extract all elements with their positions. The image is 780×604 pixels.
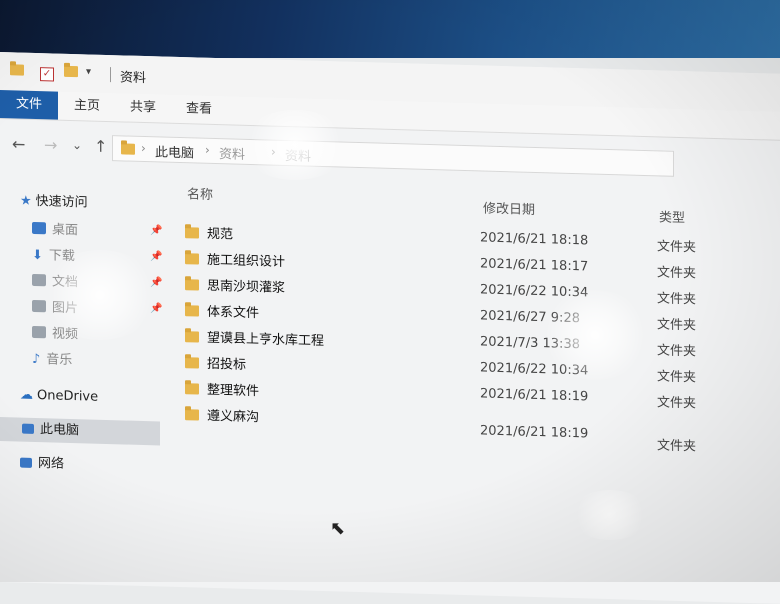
file-date: 2021/6/21 18:18 [480,230,589,249]
music-icon: ♪ [32,351,41,368]
picture-icon [32,299,46,313]
recent-dropdown-icon[interactable]: ⌄ [72,138,82,152]
title-separator [110,67,111,83]
forward-arrow-icon[interactable]: → [44,135,57,154]
column-header-type[interactable]: 类型 [659,206,685,226]
video-icon [32,325,46,339]
checkbox-icon[interactable]: ✓ [40,65,54,82]
pin-icon[interactable]: 📌 [150,277,162,288]
folder-icon[interactable] [64,65,78,82]
file-type: 文件夹 [657,438,697,455]
file-date: 2021/6/21 18:19 [480,423,589,442]
file-date: 2021/6/27 9:28 [480,308,580,327]
up-arrow-icon[interactable]: ↑ [94,137,107,156]
column-header-date[interactable]: 修改日期 [483,197,535,217]
dropdown-icon[interactable]: ▾ [86,66,91,82]
breadcrumb-separator: › [205,142,210,157]
breadcrumb-folder[interactable]: 资料 [219,143,245,163]
file-type: 文件夹 [657,265,697,282]
window-title: 资料 [120,70,147,87]
file-type: 文件夹 [657,369,697,386]
pin-icon[interactable]: 📌 [150,225,162,236]
desktop-icon [32,221,46,235]
file-list: 名称 修改日期 类型 规范 2021/6/21 18:18 文件夹 施工组织设计… [175,177,775,514]
computer-icon [22,423,34,434]
folder-icon [185,279,199,291]
sidebar-quick-access[interactable]: ★ 快速访问 [20,190,160,218]
breadcrumb-separator: › [141,140,146,156]
star-icon: ★ [20,193,32,209]
breadcrumb-current[interactable]: 资料 [285,145,311,165]
tab-file[interactable]: 文件 [0,90,58,120]
file-type: 文件夹 [657,291,697,308]
address-bar[interactable]: › 此电脑 › 资料 › 资料 [112,135,674,177]
file-type: 文件夹 [657,395,697,412]
folder-icon [185,331,199,343]
network-icon [20,457,32,468]
navigation-pane: ★ 快速访问 桌面 📌 ⬇ 下载 📌 文档 📌 图片 📌 视频 ♪ 音乐 ☁ OneDr… [0,177,162,511]
folder-icon [185,383,199,395]
document-icon [32,273,46,287]
file-date: 2021/6/21 18:19 [480,386,589,405]
file-date: 2021/6/22 10:34 [480,282,589,301]
file-type: 文件夹 [657,317,697,334]
sidebar-item-this-pc[interactable]: 此电脑 [0,417,160,446]
desktop-background [0,0,780,58]
folder-icon [185,357,199,369]
file-type: 文件夹 [657,343,697,360]
tab-view[interactable]: 查看 [174,95,224,124]
download-icon: ⬇ [32,247,43,264]
sidebar-item-videos[interactable]: 视频 [32,322,172,350]
sidebar-item-network[interactable]: 网络 [20,452,160,480]
tab-share[interactable]: 共享 [118,93,168,122]
folder-icon [121,143,135,155]
breadcrumb-separator: › [271,144,276,159]
tab-home[interactable]: 主页 [62,92,112,121]
file-type: 文件夹 [657,239,697,256]
file-date: 2021/6/22 10:34 [480,360,589,379]
file-date: 2021/6/21 18:17 [480,256,589,275]
folder-icon [185,409,199,421]
cloud-icon: ☁ [20,387,33,403]
column-header-name[interactable]: 名称 [187,183,213,203]
folder-icon [185,253,199,265]
folder-icon [185,227,199,239]
folder-icon[interactable] [10,64,24,80]
pin-icon[interactable]: 📌 [150,303,162,314]
folder-icon [185,305,199,317]
breadcrumb-this-pc[interactable]: 此电脑 [155,141,194,161]
back-arrow-icon[interactable]: ← [12,134,25,153]
file-explorer-window: ✓ ▾ 资料 文件 主页 共享 查看 ← → ⌄ ↑ › 此电脑 › 资料 › … [0,52,780,604]
mouse-cursor-icon: ⬉ [330,518,346,539]
sidebar-item-onedrive[interactable]: ☁ OneDrive [20,384,160,412]
file-date: 2021/7/3 13:38 [480,334,580,353]
pin-icon[interactable]: 📌 [150,251,162,262]
sidebar-item-music[interactable]: ♪ 音乐 [32,348,172,376]
